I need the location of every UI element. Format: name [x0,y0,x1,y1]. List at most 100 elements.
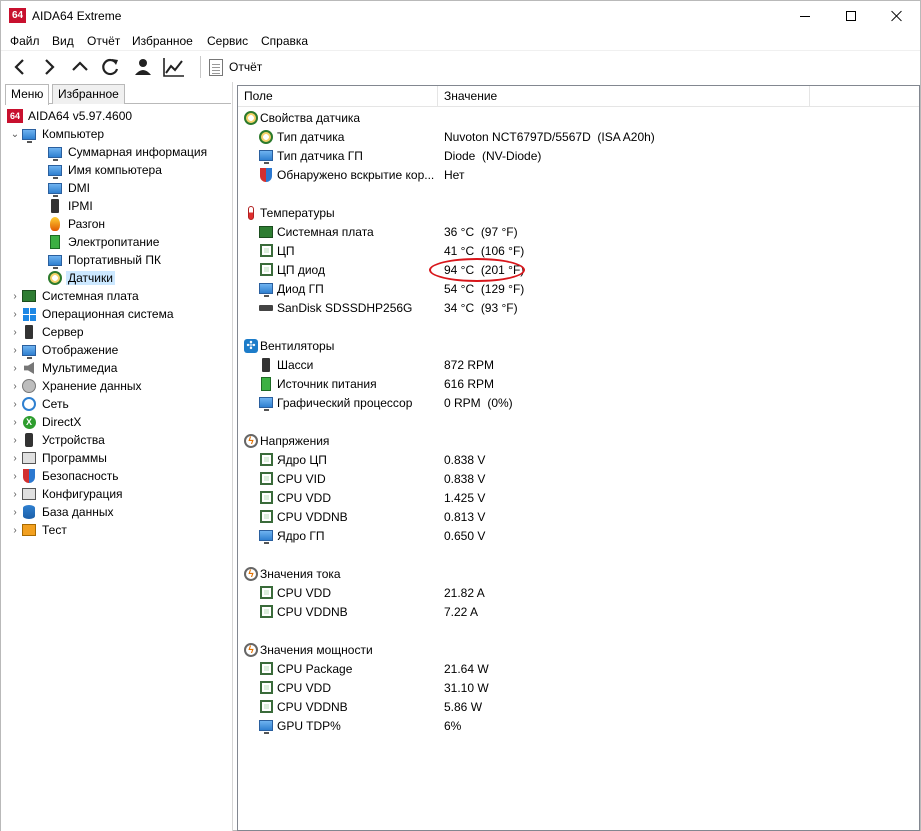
tree-item-portable[interactable]: Портативный ПК [47,251,163,269]
list-item[interactable]: Тип датчика ГП Diode (NV-Diode) [238,146,919,165]
tree-item-power[interactable]: Электропитание [47,233,161,251]
group-currents[interactable]: ϟ Значения тока [238,564,919,583]
menu-report[interactable]: Отчёт [86,34,121,48]
expand-icon[interactable]: › [9,377,21,395]
up-button[interactable] [67,54,93,80]
expand-icon[interactable]: › [9,359,21,377]
tree-item-devices[interactable]: › Устройства [9,431,107,449]
list-item[interactable]: Тип датчика Nuvoton NCT6797D/5567D (ISA … [238,127,919,146]
tree-item-label: Безопасность [42,469,119,483]
report-button[interactable]: Отчёт [209,56,262,78]
list-item[interactable]: ЦП 41 °C (106 °F) [238,241,919,260]
column-header-field[interactable]: Поле [238,86,438,107]
expand-icon[interactable]: › [9,287,21,305]
back-button[interactable] [7,54,33,80]
list-item[interactable]: Источник питания 616 RPM [238,374,919,393]
menu-file[interactable]: Файл [9,34,41,48]
expand-icon[interactable]: › [9,431,21,449]
maximize-button[interactable] [828,1,874,31]
tree-item-directx[interactable]: › X DirectX [9,413,83,431]
tree-item-configuration[interactable]: › Конфигурация [9,485,125,503]
group-sensor-properties[interactable]: Свойства датчика [238,108,919,127]
expand-icon[interactable]: › [9,323,21,341]
list-item[interactable]: CPU VDD 31.10 W [238,678,919,697]
list-item[interactable]: CPU VDDNB 7.22 A [238,602,919,621]
tree-item-security[interactable]: › Безопасность [9,467,121,485]
group-fans[interactable]: ✣ Вентиляторы [238,336,919,355]
tree-item-dmi[interactable]: DMI [47,179,92,197]
expand-icon[interactable]: › [9,449,21,467]
group-label: Вентиляторы [260,338,335,353]
tab-favorites[interactable]: Избранное [52,84,125,104]
expand-icon[interactable]: › [9,413,21,431]
tree-item-label: Хранение данных [42,379,142,393]
tree-item-computer[interactable]: ⌄ Компьютер [9,125,106,143]
list-item[interactable]: Ядро ЦП 0.838 V [238,450,919,469]
list-item[interactable]: CPU VDD 1.425 V [238,488,919,507]
expand-icon[interactable]: › [9,467,21,485]
list-item[interactable]: Обнаружено вскрытие кор... Нет [238,165,919,184]
list-item[interactable]: CPU Package 21.64 W [238,659,919,678]
menu-view[interactable]: Вид [51,34,75,48]
tree-item-database[interactable]: › База данных [9,503,115,521]
user-button[interactable] [130,54,156,80]
refresh-icon [102,58,119,76]
tree-item-multimedia[interactable]: › Мультимедиа [9,359,119,377]
close-icon [891,10,903,22]
tree-item-summary[interactable]: Суммарная информация [47,143,209,161]
list-item[interactable]: Шасси 872 RPM [238,355,919,374]
tree-item-sensors[interactable]: Датчики [47,269,115,287]
menu-help[interactable]: Справка [260,34,309,48]
list-item[interactable]: CPU VDDNB 0.813 V [238,507,919,526]
cpu-chip-icon [259,662,273,675]
list-item[interactable]: ЦП диод 94 °C (201 °F) [238,260,919,279]
column-header-value[interactable]: Значение [438,86,810,107]
tree-item-motherboard[interactable]: › Системная плата [9,287,141,305]
minimize-button[interactable] [782,1,828,31]
group-temperatures[interactable]: Температуры [238,203,919,222]
tree-item-test[interactable]: › Тест [9,521,69,539]
up-icon [72,61,88,71]
report-button-label: Отчёт [229,60,263,74]
list-item[interactable]: Диод ГП 54 °C (129 °F) [238,279,919,298]
list-item[interactable]: CPU VDDNB 5.86 W [238,697,919,716]
list-item[interactable]: SanDisk SDSSDHP256G 34 °C (93 °F) [238,298,919,317]
expand-icon[interactable]: › [9,305,21,323]
tree-item-ipmi[interactable]: IPMI [47,197,95,215]
expand-icon[interactable]: › [9,395,21,413]
tree-item-storage[interactable]: › Хранение данных [9,377,144,395]
list-item[interactable]: Графический процессор 0 RPM (0%) [238,393,919,412]
tree-item-programs[interactable]: › Программы [9,449,109,467]
list-item[interactable]: CPU VDD 21.82 A [238,583,919,602]
forward-button[interactable] [36,54,62,80]
group-voltages[interactable]: ϟ Напряжения [238,431,919,450]
motherboard-icon [259,225,273,238]
tree-item-server[interactable]: › Сервер [9,323,86,341]
collapse-icon[interactable]: ⌄ [9,125,21,143]
expand-icon[interactable]: › [9,341,21,359]
benchmark-icon [22,524,36,536]
tree-item-display[interactable]: › Отображение [9,341,120,359]
list-item[interactable]: GPU TDP% 6% [238,716,919,735]
tree-item-os[interactable]: › Операционная система [9,305,176,323]
expand-icon[interactable]: › [9,521,21,539]
tree-item-computer-name[interactable]: Имя компьютера [47,161,164,179]
menu-service[interactable]: Сервис [206,34,249,48]
server-icon [25,325,33,339]
tree-item-overclock[interactable]: Разгон [47,215,107,233]
title-bar[interactable]: 64 AIDA64 Extreme [1,1,920,31]
group-powers[interactable]: ϟ Значения мощности [238,640,919,659]
list-item[interactable]: CPU VID 0.838 V [238,469,919,488]
field-value: 54 °C (129 °F) [444,281,525,296]
tree-root[interactable]: 64 AIDA64 v5.97.4600 [7,107,134,125]
refresh-button[interactable] [98,54,124,80]
list-item[interactable]: Системная плата 36 °C (97 °F) [238,222,919,241]
expand-icon[interactable]: › [9,503,21,521]
tab-menu[interactable]: Меню [5,84,50,105]
chart-button[interactable] [161,54,187,80]
close-button[interactable] [874,1,920,31]
list-item[interactable]: Ядро ГП 0.650 V [238,526,919,545]
menu-favorites[interactable]: Избранное [131,34,194,48]
expand-icon[interactable]: › [9,485,21,503]
tree-item-network[interactable]: › Сеть [9,395,71,413]
